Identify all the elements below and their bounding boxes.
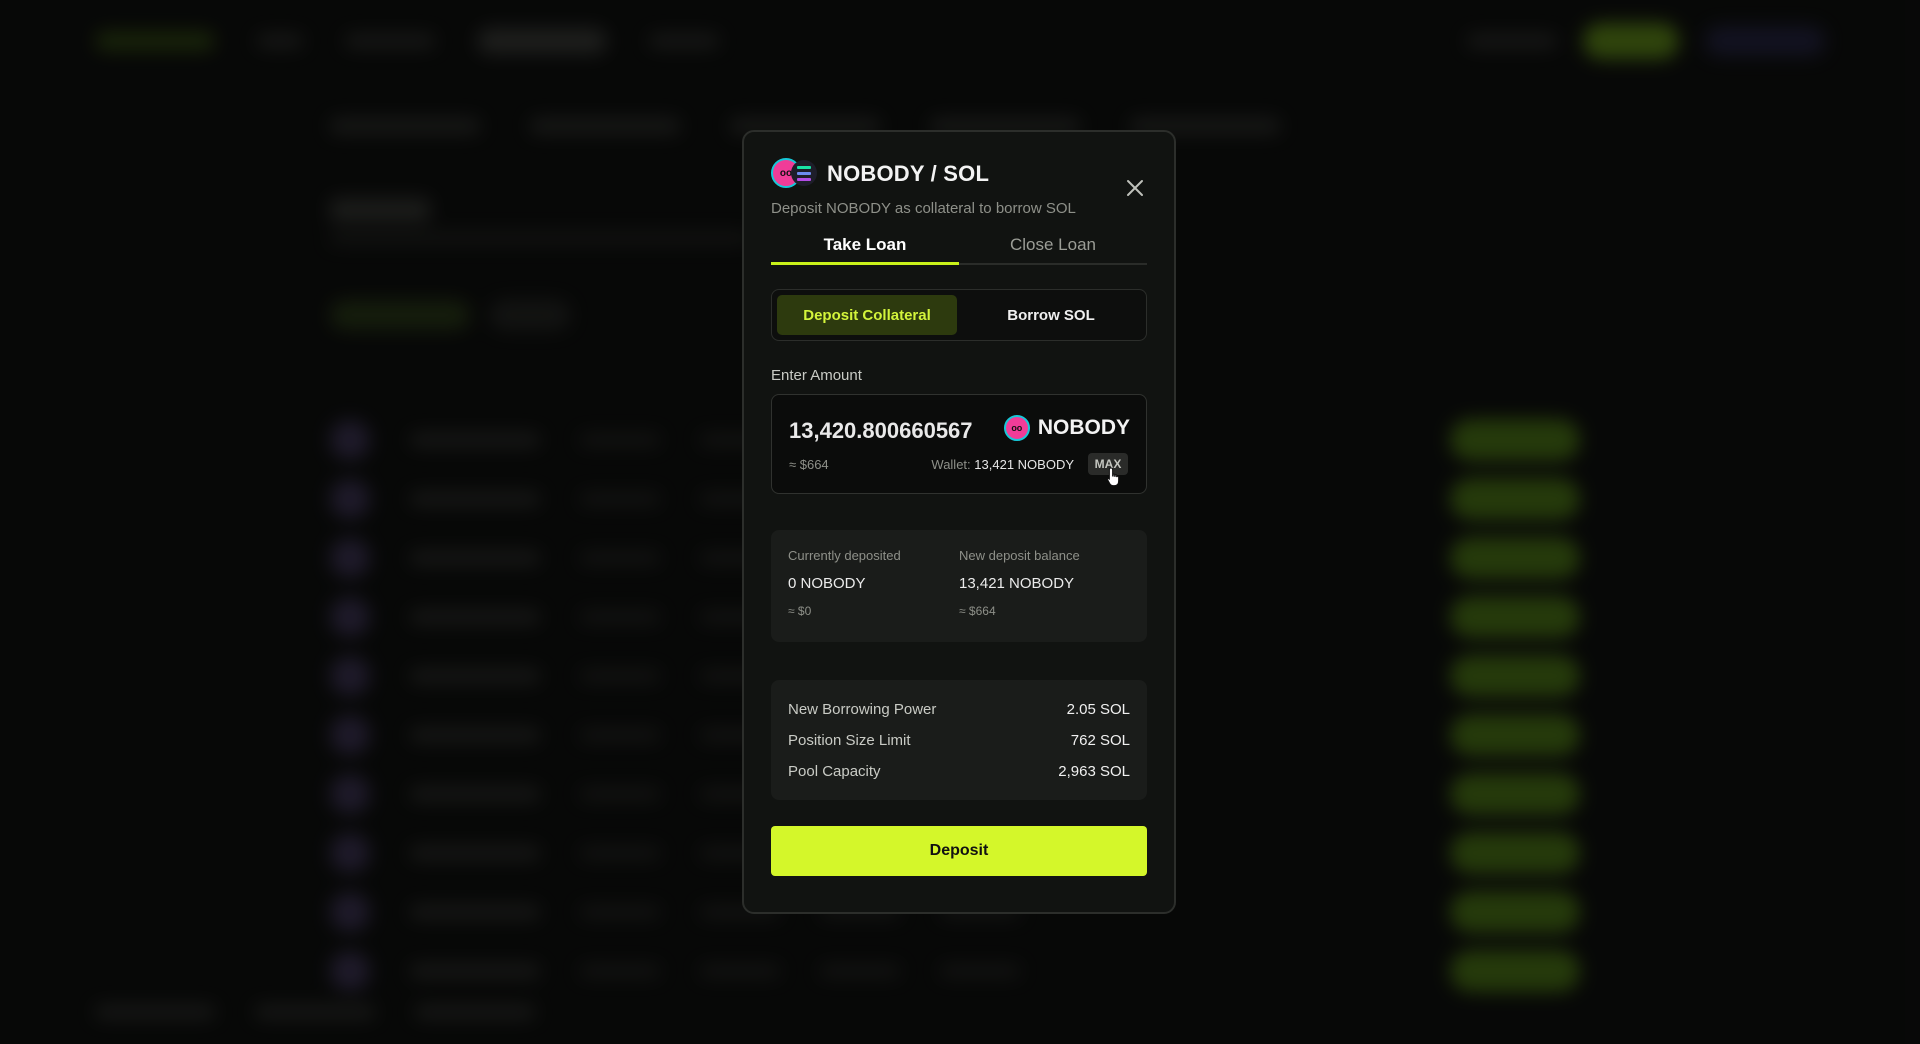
amount-label: Enter Amount <box>771 367 862 384</box>
wallet-value: 13,421 NOBODY <box>974 457 1074 472</box>
stat-value: 2,963 SOL <box>1058 763 1130 780</box>
stat-label: Pool Capacity <box>788 763 881 780</box>
stat-value: 2.05 SOL <box>1066 701 1130 718</box>
nobody-token-icon: oo <box>1003 415 1030 441</box>
currently-deposited-value: 0 NOBODY <box>788 575 866 592</box>
close-icon <box>1127 180 1143 196</box>
stat-row-position-limit: Position Size Limit 762 SOL <box>788 725 1130 756</box>
modal-header: oo NOBODY / SOL Deposit NOBODY as collat… <box>771 158 1147 217</box>
loan-stats-card: New Borrowing Power 2.05 SOL Position Si… <box>771 680 1147 800</box>
amount-input[interactable] <box>789 415 1019 447</box>
new-deposit-balance-value: 13,421 NOBODY <box>959 575 1075 592</box>
sol-token-icon <box>791 160 817 186</box>
new-deposit-balance: New deposit balance 13,421 NOBODY ≈ $664 <box>959 548 1130 642</box>
deposit-button[interactable]: Deposit <box>771 826 1147 876</box>
stat-row-pool-capacity: Pool Capacity 2,963 SOL <box>788 756 1130 787</box>
token-selector[interactable]: oo NOBODY <box>1003 415 1130 441</box>
currently-deposited-usd: ≈ $0 <box>788 604 812 618</box>
currently-deposited-label: Currently deposited <box>788 548 901 563</box>
stat-row-borrowing-power: New Borrowing Power 2.05 SOL <box>788 694 1130 725</box>
wallet-balance: Wallet: 13,421 NOBODY <box>931 457 1074 472</box>
new-deposit-balance-label: New deposit balance <box>959 548 1080 563</box>
close-button[interactable] <box>1123 176 1147 200</box>
stat-value: 762 SOL <box>1070 732 1130 749</box>
deposit-collateral-toggle[interactable]: Deposit Collateral <box>777 295 957 335</box>
tab-take-loan[interactable]: Take Loan <box>771 230 959 265</box>
max-button[interactable]: MAX <box>1088 453 1128 475</box>
pair-icons: oo <box>771 158 817 190</box>
tab-close-loan[interactable]: Close Loan <box>959 230 1147 263</box>
wallet-label: Wallet: <box>931 457 971 472</box>
amount-usd-value: ≈ $664 <box>789 457 829 472</box>
amount-box: oo NOBODY ≈ $664 Wallet: 13,421 NOBODY M… <box>771 394 1147 494</box>
currently-deposited: Currently deposited 0 NOBODY ≈ $0 <box>788 548 959 642</box>
token-name: NOBODY <box>1037 416 1130 439</box>
new-deposit-balance-usd: ≈ $664 <box>959 604 996 618</box>
borrow-sol-toggle[interactable]: Borrow SOL <box>961 295 1141 335</box>
modal-subtitle: Deposit NOBODY as collateral to borrow S… <box>771 200 1076 217</box>
stat-label: Position Size Limit <box>788 732 911 749</box>
loan-modal: oo NOBODY / SOL Deposit NOBODY as collat… <box>742 130 1176 914</box>
action-toggle: Deposit Collateral Borrow SOL <box>771 289 1147 341</box>
deposit-summary-card: Currently deposited 0 NOBODY ≈ $0 New de… <box>771 530 1147 642</box>
stat-label: New Borrowing Power <box>788 701 937 718</box>
loan-tabs: Take Loan Close Loan <box>771 230 1147 265</box>
modal-title: NOBODY / SOL <box>827 161 990 186</box>
